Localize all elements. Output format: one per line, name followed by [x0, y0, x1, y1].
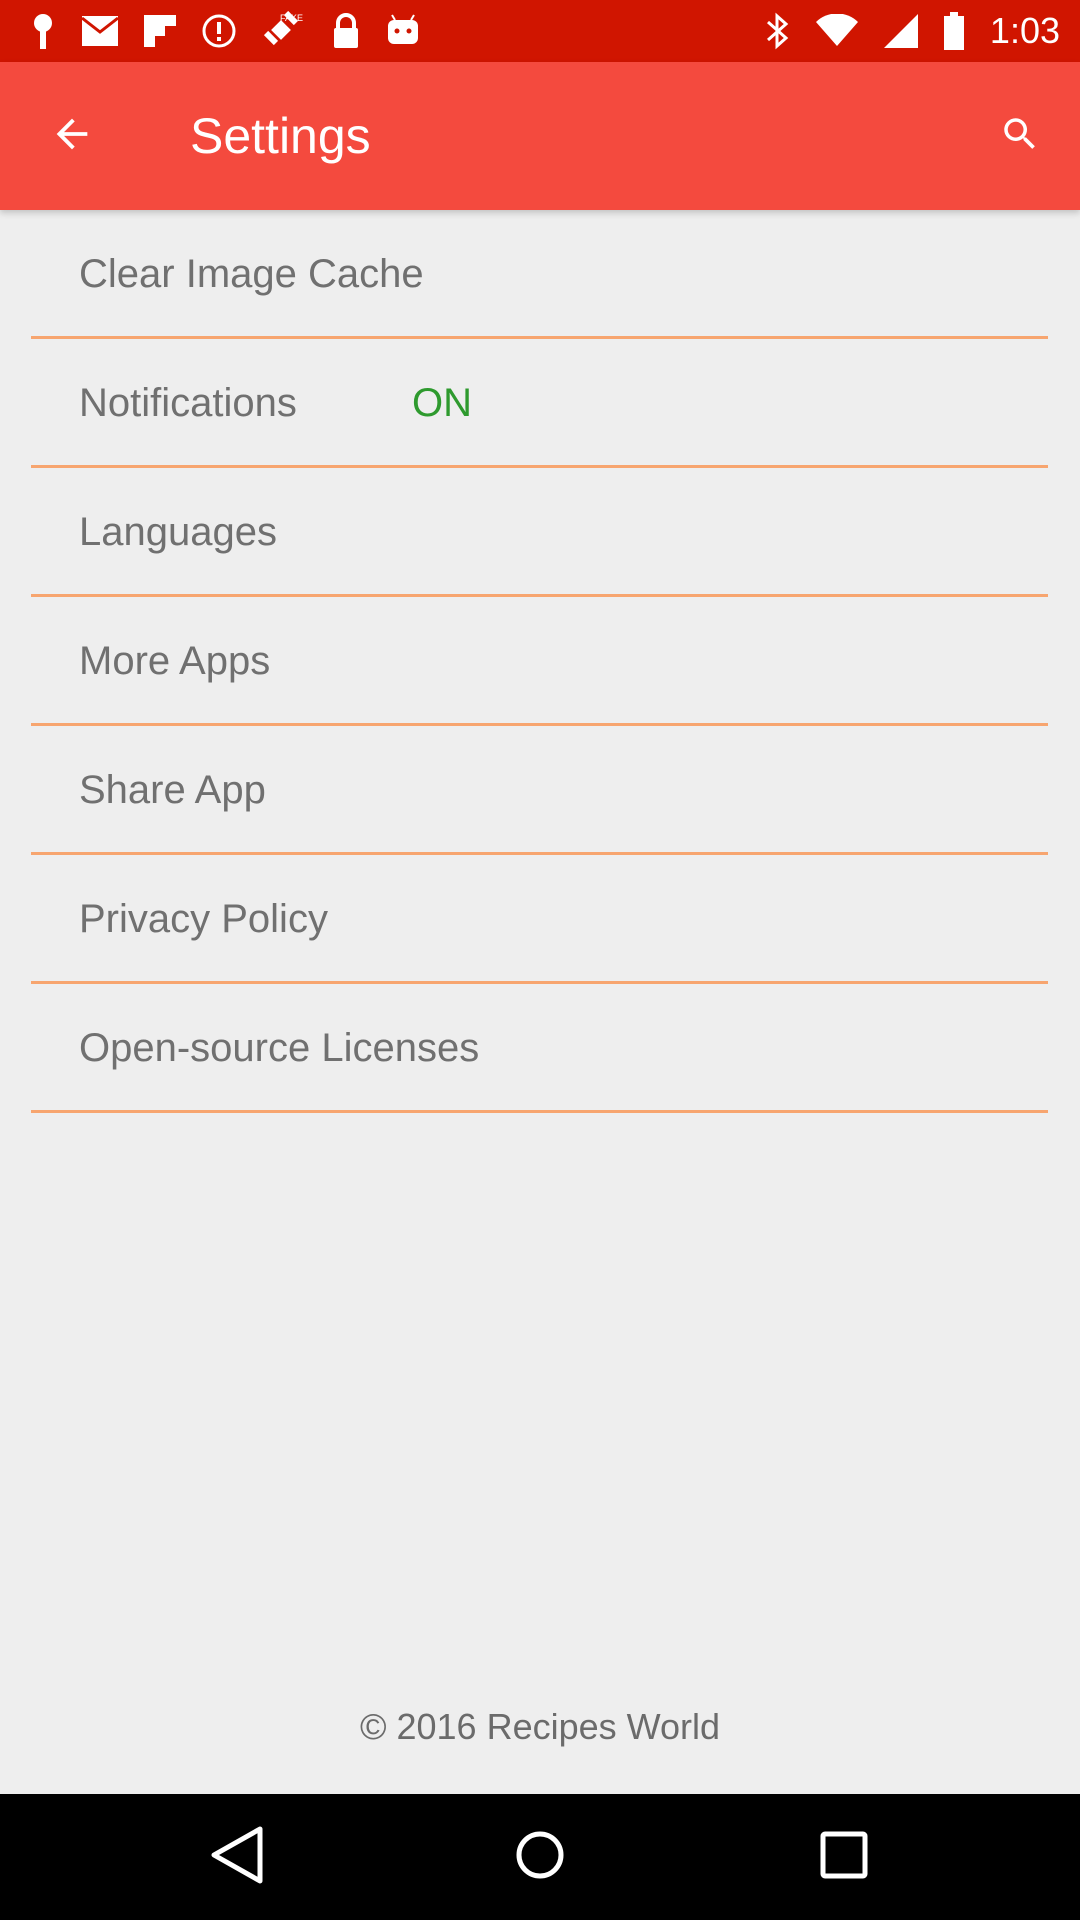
android-icon — [386, 14, 420, 48]
flipboard-icon — [144, 15, 176, 47]
alert-icon — [202, 14, 236, 48]
settings-item-share-app[interactable]: Share App — [31, 726, 1048, 855]
settings-item-open-source-licenses[interactable]: Open-source Licenses — [31, 984, 1048, 1113]
arrow-back-icon — [49, 111, 95, 162]
bluetooth-icon — [766, 12, 790, 50]
lock-icon — [332, 13, 360, 49]
settings-item-label: Notifications — [79, 381, 297, 425]
status-left-icons: FAKE — [30, 11, 420, 51]
nav-recents-button[interactable] — [799, 1814, 889, 1900]
search-button[interactable] — [990, 106, 1050, 166]
settings-item-more-apps[interactable]: More Apps — [31, 597, 1048, 726]
signal-icon — [883, 14, 918, 48]
settings-item-label: Clear Image Cache — [79, 252, 424, 296]
settings-item-label: Open-source Licenses — [79, 1026, 480, 1070]
wifi-icon — [815, 14, 858, 48]
settings-item-notifications[interactable]: Notifications ON — [31, 339, 1048, 468]
navigation-bar — [0, 1794, 1080, 1920]
page-title: Settings — [190, 108, 371, 164]
settings-item-label: Share App — [79, 768, 266, 812]
search-icon — [999, 113, 1041, 160]
status-time: 1:03 — [989, 10, 1060, 51]
settings-item-languages[interactable]: Languages — [31, 468, 1048, 597]
settings-list: Clear Image Cache Notifications ON Langu… — [31, 210, 1048, 1113]
pin-icon — [30, 13, 56, 49]
settings-item-label: More Apps — [79, 639, 271, 683]
svg-text:FAKE: FAKE — [280, 13, 303, 23]
home-circle-icon — [515, 1830, 565, 1885]
nav-home-button[interactable] — [495, 1814, 585, 1900]
back-triangle-icon — [210, 1825, 264, 1890]
battery-icon — [943, 12, 964, 50]
recents-square-icon — [820, 1831, 868, 1884]
notifications-status-value[interactable]: ON — [412, 379, 472, 427]
status-bar: FAKE 1:03 — [0, 0, 1080, 62]
settings-item-privacy-policy[interactable]: Privacy Policy — [31, 855, 1048, 984]
copyright-text: © 2016 Recipes World — [359, 1706, 721, 1747]
settings-item-label: Languages — [79, 510, 277, 554]
back-button[interactable] — [42, 106, 102, 166]
nav-back-button[interactable] — [192, 1814, 282, 1900]
mail-icon — [82, 16, 118, 46]
app-bar: Settings — [0, 62, 1080, 210]
settings-item-clear-image-cache[interactable]: Clear Image Cache — [31, 210, 1048, 339]
settings-item-label: Privacy Policy — [79, 897, 328, 941]
fake-gps-icon: FAKE — [262, 11, 306, 51]
status-right-icons: 1:03 — [766, 10, 1060, 52]
